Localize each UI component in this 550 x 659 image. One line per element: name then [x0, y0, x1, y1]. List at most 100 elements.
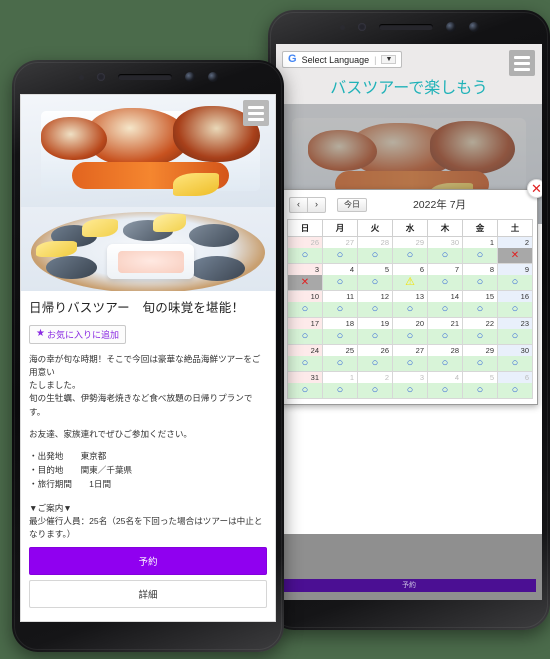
calendar-day-cell[interactable]: 8 ○	[462, 262, 498, 291]
calendar-day-cell[interactable]: 6 ○	[497, 370, 533, 399]
calendar-availability-o[interactable]: ○	[428, 328, 462, 344]
calendar-day-cell[interactable]: 2 ○	[357, 370, 393, 399]
calendar-day-cell[interactable]: 11 ○	[322, 289, 358, 318]
calendar-day-cell[interactable]: 7 ○	[427, 262, 463, 291]
calendar-availability-o[interactable]: ○	[428, 274, 462, 290]
calendar-availability-o[interactable]: ○	[463, 274, 497, 290]
calendar-weekday-1: 月	[322, 218, 358, 237]
calendar-availability-o[interactable]: ○	[288, 355, 322, 371]
calendar-day-cell[interactable]: 16 ○	[497, 289, 533, 318]
calendar-availability-o[interactable]: ○	[323, 355, 357, 371]
calendar-availability-o[interactable]: ○	[358, 328, 392, 344]
calendar-availability-o[interactable]: ○	[358, 382, 392, 398]
calendar-day-cell[interactable]: 5 ○	[462, 370, 498, 399]
calendar-day-cell[interactable]: 13 ○	[392, 289, 428, 318]
calendar-availability-o[interactable]: ○	[358, 247, 392, 263]
calendar-availability-o[interactable]: ○	[463, 328, 497, 344]
calendar-availability-o[interactable]: ○	[428, 301, 462, 317]
calendar-day-cell[interactable]: 28 ○	[357, 235, 393, 264]
calendar-availability-o[interactable]: ○	[463, 355, 497, 371]
calendar-day-cell[interactable]: 3 ○	[392, 370, 428, 399]
calendar-day-cell[interactable]: 27 ○	[322, 235, 358, 264]
calendar-availability-o[interactable]: ○	[463, 301, 497, 317]
calendar-availability-o[interactable]: ○	[358, 274, 392, 290]
calendar-availability-o[interactable]: ○	[428, 247, 462, 263]
calendar-availability-x[interactable]: ✕	[288, 274, 322, 290]
calendar-day-cell[interactable]: 4 ○	[427, 370, 463, 399]
calendar-day-cell[interactable]: 2 ✕	[497, 235, 533, 264]
calendar-day-cell[interactable]: 26 ○	[287, 235, 323, 264]
calendar-day-cell[interactable]: 27 ○	[392, 343, 428, 372]
next-month-button[interactable]: ›	[307, 197, 326, 213]
calendar-availability-o[interactable]: ○	[393, 301, 427, 317]
calendar-day-number: 7	[454, 264, 459, 274]
calendar-day-cell[interactable]: 21 ○	[427, 316, 463, 345]
calendar-availability-o[interactable]: ○	[358, 301, 392, 317]
add-favorite-button[interactable]: ★ お気に入りに追加	[29, 324, 126, 344]
calendar-day-cell[interactable]: 1 ○	[322, 370, 358, 399]
calendar-day-cell[interactable]: 25 ○	[322, 343, 358, 372]
reserve-button[interactable]: 予約	[29, 547, 267, 575]
calendar-day-cell[interactable]: 24 ○	[287, 343, 323, 372]
calendar-day-cell[interactable]: 12 ○	[357, 289, 393, 318]
detail-button[interactable]: 詳細	[29, 580, 267, 608]
calendar-day-cell[interactable]: 10 ○	[287, 289, 323, 318]
calendar-availability-o[interactable]: ○	[393, 382, 427, 398]
calendar-day-number: 17	[288, 317, 322, 329]
calendar-availability-w[interactable]: ⚠	[393, 274, 427, 290]
calendar-day-cell[interactable]: 29 ○	[462, 343, 498, 372]
calendar-day-cell[interactable]: 14 ○	[427, 289, 463, 318]
calendar-day-cell[interactable]: 30 ○	[497, 343, 533, 372]
calendar-day-cell[interactable]: 23 ○	[497, 316, 533, 345]
calendar-day-cell[interactable]: 17 ○	[287, 316, 323, 345]
calendar-availability-o[interactable]: ○	[358, 355, 392, 371]
calendar-availability-o[interactable]: ○	[323, 301, 357, 317]
calendar-availability-o[interactable]: ○	[428, 382, 462, 398]
calendar-availability-o[interactable]: ○	[288, 328, 322, 344]
calendar-day-cell[interactable]: 19 ○	[357, 316, 393, 345]
calendar-day-cell[interactable]: 3 ✕	[287, 262, 323, 291]
calendar-day-cell[interactable]: 26 ○	[357, 343, 393, 372]
calendar-availability-o[interactable]: ○	[393, 328, 427, 344]
calendar-availability-o[interactable]: ○	[393, 247, 427, 263]
calendar-availability-o[interactable]: ○	[498, 328, 532, 344]
calendar-day-cell[interactable]: 1 ○	[462, 235, 498, 264]
calendar-availability-o[interactable]: ○	[498, 301, 532, 317]
calendar-availability-o[interactable]: ○	[498, 355, 532, 371]
calendar-day-cell[interactable]: 6 ⚠	[392, 262, 428, 291]
calendar-day-cell[interactable]: 29 ○	[392, 235, 428, 264]
calendar-availability-x[interactable]: ✕	[498, 247, 532, 263]
calendar-day-number: 14	[450, 291, 459, 301]
calendar-availability-o[interactable]: ○	[288, 382, 322, 398]
calendar-availability-o[interactable]: ○	[463, 247, 497, 263]
calendar-availability-o[interactable]: ○	[323, 247, 357, 263]
calendar-availability-o[interactable]: ○	[288, 247, 322, 263]
chevron-down-icon[interactable]: ▼	[381, 55, 397, 64]
menu-button-left[interactable]	[243, 100, 269, 126]
calendar-availability-o[interactable]: ○	[463, 382, 497, 398]
calendar-day-cell[interactable]: 4 ○	[322, 262, 358, 291]
reserve-button-right[interactable]: 予約	[282, 579, 536, 592]
calendar-day-cell[interactable]: 22 ○	[462, 316, 498, 345]
calendar-day-cell[interactable]: 31 ○	[287, 370, 323, 399]
calendar-day-cell[interactable]: 18 ○	[322, 316, 358, 345]
calendar-day-cell[interactable]: 20 ○	[392, 316, 428, 345]
calendar-day-cell[interactable]: 5 ○	[357, 262, 393, 291]
calendar-availability-o[interactable]: ○	[323, 328, 357, 344]
menu-button-right[interactable]	[509, 50, 535, 76]
calendar-availability-o[interactable]: ○	[323, 382, 357, 398]
language-selector[interactable]: G Select Language | ▼	[282, 51, 403, 68]
calendar-availability-o[interactable]: ○	[323, 274, 357, 290]
calendar-day-cell[interactable]: 28 ○	[427, 343, 463, 372]
calendar-availability-o[interactable]: ○	[393, 355, 427, 371]
close-icon[interactable]: ✕	[527, 179, 542, 198]
today-button[interactable]: 今日	[337, 197, 367, 213]
calendar-day-cell[interactable]: 9 ○	[497, 262, 533, 291]
calendar-day-cell[interactable]: 30 ○	[427, 235, 463, 264]
prev-month-button[interactable]: ‹	[289, 197, 307, 213]
calendar-availability-o[interactable]: ○	[498, 382, 532, 398]
calendar-day-cell[interactable]: 15 ○	[462, 289, 498, 318]
calendar-availability-o[interactable]: ○	[428, 355, 462, 371]
calendar-availability-o[interactable]: ○	[498, 274, 532, 290]
calendar-availability-o[interactable]: ○	[288, 301, 322, 317]
